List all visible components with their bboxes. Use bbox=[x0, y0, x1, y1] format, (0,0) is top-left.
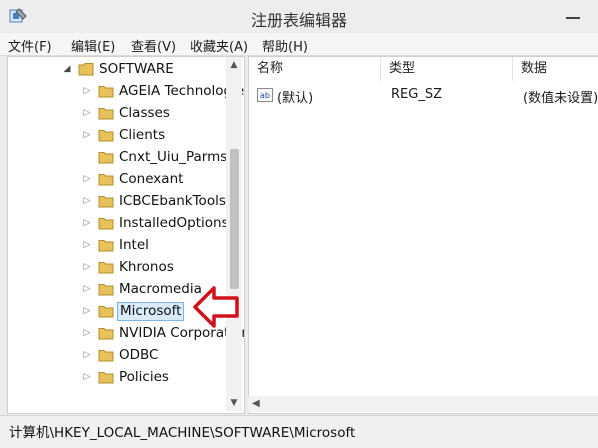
expand-arrow-icon[interactable]: ▷ bbox=[82, 174, 92, 184]
expand-arrow-icon[interactable]: ▷ bbox=[82, 218, 92, 228]
tree-item-label: Clients bbox=[119, 127, 166, 143]
folder-icon bbox=[98, 372, 114, 384]
expand-arrow-icon[interactable]: ▷ bbox=[82, 240, 92, 250]
column-header-data[interactable]: 数据 bbox=[513, 57, 598, 81]
tree-item-label: Macromedia bbox=[119, 281, 202, 297]
title-bar: 注册表编辑器 bbox=[0, 0, 598, 32]
folder-open-icon bbox=[78, 63, 94, 76]
value-type: REG_SZ bbox=[391, 87, 442, 102]
tree-item-label: Conexant bbox=[119, 171, 184, 187]
status-path: 计算机\HKEY_LOCAL_MACHINE\SOFTWARE\Microsof… bbox=[9, 425, 356, 441]
folder-icon bbox=[98, 108, 114, 120]
tree-item-label: Cnxt_Uiu_Parms bbox=[119, 149, 228, 165]
folder-icon bbox=[98, 306, 114, 318]
tree-item-software[interactable]: ◢ SOFTWARE bbox=[8, 59, 226, 81]
value-row[interactable]: ab (默认) REG_SZ (数值未设置) bbox=[249, 85, 598, 107]
expand-arrow-icon[interactable]: ▷ bbox=[82, 350, 92, 360]
tree-item[interactable]: ▷ ICBCEbankTools bbox=[8, 191, 226, 213]
tree-item-label: SOFTWARE bbox=[99, 61, 174, 77]
scroll-up-icon[interactable]: ▲ bbox=[226, 57, 242, 73]
folder-icon bbox=[98, 130, 114, 142]
column-header-type[interactable]: 类型 bbox=[381, 57, 513, 81]
scroll-left-icon[interactable]: ◀ bbox=[252, 396, 260, 412]
scroll-down-icon[interactable]: ▼ bbox=[226, 395, 242, 411]
column-header-name[interactable]: 名称 bbox=[249, 57, 381, 81]
key-tree-pane[interactable]: ◢ SOFTWARE ▷ AGEIA Technologies ▷ Classes ▷ C… bbox=[7, 56, 245, 414]
expand-arrow-icon[interactable]: ▷ bbox=[82, 328, 92, 338]
folder-icon bbox=[98, 350, 114, 362]
expand-arrow-icon[interactable]: ▷ bbox=[82, 262, 92, 272]
expand-arrow-icon[interactable]: ▷ bbox=[82, 196, 92, 206]
annotation-arrow-icon bbox=[193, 286, 239, 328]
tree-item-label: ODBC bbox=[119, 347, 159, 363]
tree-item-label: ICBCEbankTools bbox=[119, 193, 226, 209]
tree-item-label: Khronos bbox=[119, 259, 174, 275]
folder-icon bbox=[98, 174, 114, 186]
tree-item[interactable]: ▷ ODBC bbox=[8, 345, 226, 367]
tree-item[interactable]: ▷ Conexant bbox=[8, 169, 226, 191]
string-value-icon: ab bbox=[257, 88, 273, 102]
folder-icon bbox=[98, 86, 114, 98]
tree-item-label: Microsoft bbox=[117, 302, 185, 321]
expand-arrow-icon[interactable]: ▷ bbox=[82, 108, 92, 118]
expand-arrow-icon[interactable]: ▷ bbox=[82, 86, 92, 96]
tree-item[interactable]: ▷ Clients bbox=[8, 125, 226, 147]
folder-icon bbox=[98, 284, 114, 296]
value-data: (数值未设置) bbox=[523, 91, 598, 106]
tree-item[interactable]: ▷ Intel bbox=[8, 235, 226, 257]
status-bar: 计算机\HKEY_LOCAL_MACHINE\SOFTWARE\Microsof… bbox=[0, 415, 598, 448]
folder-icon bbox=[98, 218, 114, 230]
tree-item[interactable]: ▷ AGEIA Technologies bbox=[8, 81, 244, 103]
menu-file[interactable]: 文件(F) bbox=[8, 36, 52, 55]
tree-item-label: Classes bbox=[119, 105, 170, 121]
tree-vertical-scrollbar[interactable]: ▲ ▼ bbox=[226, 57, 242, 411]
folder-icon bbox=[98, 152, 114, 164]
tree-item-label: Policies bbox=[119, 369, 169, 385]
window-title: 注册表编辑器 bbox=[250, 11, 347, 30]
collapse-arrow-icon[interactable]: ◢ bbox=[62, 64, 72, 74]
expand-arrow-icon[interactable]: ▷ bbox=[82, 284, 92, 294]
menu-edit[interactable]: 编辑(E) bbox=[71, 36, 115, 55]
menu-view[interactable]: 查看(V) bbox=[131, 36, 176, 55]
tree-item-label: Intel bbox=[119, 237, 149, 253]
tree-item[interactable]: ▷ Khronos bbox=[8, 257, 226, 279]
expand-arrow-icon[interactable]: ▷ bbox=[82, 372, 92, 382]
folder-icon bbox=[98, 328, 114, 340]
folder-icon bbox=[98, 196, 114, 208]
expand-arrow-icon[interactable]: ▷ bbox=[82, 306, 92, 316]
expand-arrow-icon[interactable]: ▷ bbox=[82, 130, 92, 140]
tree-item[interactable]: ▷ InstalledOptions bbox=[8, 213, 229, 235]
menu-bar: 文件(F) 编辑(E) 查看(V) 收藏夹(A) 帮助(H) bbox=[0, 33, 598, 56]
tree-item[interactable]: ▷ Classes bbox=[8, 103, 226, 125]
value-name: (默认) bbox=[277, 91, 314, 106]
menu-help[interactable]: 帮助(H) bbox=[262, 36, 308, 55]
scroll-thumb[interactable] bbox=[230, 149, 239, 289]
folder-icon bbox=[98, 262, 114, 274]
minimize-button[interactable] bbox=[558, 4, 588, 26]
folder-icon bbox=[98, 240, 114, 252]
menu-favorites[interactable]: 收藏夹(A) bbox=[190, 36, 248, 55]
values-pane[interactable]: 名称 类型 数据 ab (默认) REG_SZ (数值未设置) bbox=[248, 56, 598, 414]
tree-item-label: InstalledOptions bbox=[119, 215, 229, 231]
tree-item[interactable]: ▷ Policies bbox=[8, 367, 226, 389]
values-horizontal-scrollbar[interactable]: ◀ bbox=[248, 396, 598, 412]
tree-item[interactable]: Cnxt_Uiu_Parms bbox=[8, 147, 228, 169]
